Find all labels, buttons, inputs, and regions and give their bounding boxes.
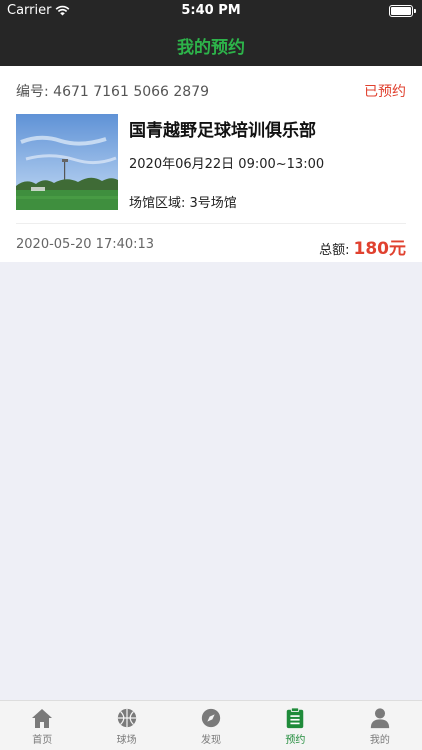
tab-label: 预约 — [285, 735, 306, 746]
tab-bar: 首页 球场 发现 预约 我的 — [0, 700, 422, 750]
status-time: 5:40 PM — [181, 3, 241, 18]
tab-me[interactable]: 我的 — [338, 701, 422, 750]
tab-home[interactable]: 首页 — [0, 701, 84, 750]
user-icon — [370, 708, 389, 729]
home-icon — [32, 709, 53, 728]
compass-icon — [201, 708, 221, 728]
tab-bookings[interactable]: 预约 — [253, 701, 337, 750]
status-bar: Carrier 5:40 PM — [0, 0, 422, 22]
venue-image[interactable] — [16, 114, 118, 210]
total-label: 总额: — [319, 243, 350, 258]
clipboard-icon — [287, 707, 304, 729]
battery-icon — [389, 5, 416, 17]
booking-datetime: 2020年06月22日 09:00~13:00 — [129, 157, 325, 172]
top-bar: Carrier 5:40 PM 我的预约 — [0, 0, 422, 66]
created-time: 2020-05-20 17:40:13 — [16, 237, 155, 252]
order-number: 编号: 4671 7161 5066 2879 — [16, 84, 210, 100]
tab-label: 我的 — [369, 735, 390, 746]
total-price: 总额: 180元 — [319, 234, 406, 259]
basketball-icon — [117, 708, 136, 728]
page-title: 我的预约 — [177, 38, 245, 58]
venue-name: 国青越野足球培训俱乐部 — [129, 121, 316, 141]
tab-label: 发现 — [201, 735, 222, 746]
venue-area: 场馆区域: 3号场馆 — [129, 196, 237, 211]
tab-label: 首页 — [32, 735, 53, 746]
divider — [16, 223, 406, 224]
tab-discover[interactable]: 发现 — [169, 701, 253, 750]
tab-label: 球场 — [116, 735, 137, 746]
total-amount: 180元 — [353, 239, 407, 259]
booking-card[interactable]: 编号: 4671 7161 5066 2879 已预约 国青越野足球培训俱乐部 … — [0, 66, 422, 262]
tab-venues[interactable]: 球场 — [84, 701, 168, 750]
status-badge: 已预约 — [364, 84, 406, 100]
